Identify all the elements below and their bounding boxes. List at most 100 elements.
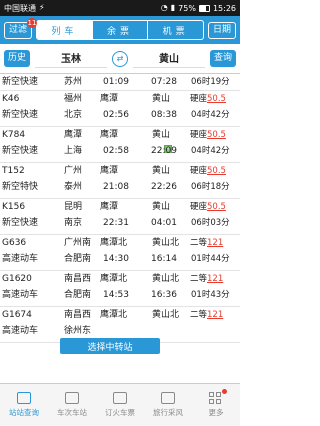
terminal-station: 合肥南 xyxy=(64,290,92,300)
train-row[interactable]: K784 新空快速 鹰潭 上海 鹰潭 02:58 票 黄山 22:09 硬座50… xyxy=(0,127,240,163)
arrival-station: 黄山 xyxy=(152,166,171,176)
tab-flights[interactable]: 机票 xyxy=(147,21,203,39)
departure-station: 鹰潭北 xyxy=(100,238,128,248)
train-code: G1674 xyxy=(2,310,32,320)
from-station[interactable]: 玉林 xyxy=(35,50,107,68)
train-row[interactable]: K46 新空快速 福州 北京 鹰潭 02:56 黄山 08:38 硬座50.5 … xyxy=(0,91,240,127)
arrival-station: 黄山 xyxy=(152,94,171,104)
train-code: G1620 xyxy=(2,274,32,284)
departure-time: 14:30 xyxy=(103,254,129,264)
train-row[interactable]: G1620 高速动车 南昌西 合肥南 鹰潭北 14:53 黄山北 16:36 二… xyxy=(0,271,240,307)
tab-station-query[interactable]: 站站查询 xyxy=(0,384,48,426)
train-row[interactable]: G636 高速动车 广州南 合肥南 鹰潭北 14:30 黄山北 16:14 二等… xyxy=(0,235,240,271)
tab-label: 站站查询 xyxy=(9,408,39,417)
terminal-station: 南京 xyxy=(64,218,83,228)
train-code: K784 xyxy=(2,130,26,140)
duration: 01时43分 xyxy=(191,290,230,300)
duration: 06时03分 xyxy=(191,218,230,228)
swap-icon[interactable]: ⇄ xyxy=(112,50,128,67)
arrival-time: 22:09 xyxy=(151,146,177,156)
departure-time: 01:09 xyxy=(103,77,129,87)
tab-label: 更多 xyxy=(208,408,224,417)
origin-station: 南昌西 xyxy=(64,310,92,320)
tab-book-ticket[interactable]: 订火车票 xyxy=(96,384,144,426)
mode-tabs: 列车 余票 机票 xyxy=(36,20,204,40)
carrier-label: 中国联通 xyxy=(4,3,36,13)
tab-more[interactable]: 更多 xyxy=(192,384,240,426)
duration: 04时42分 xyxy=(191,110,230,120)
ticket-icon xyxy=(113,392,127,404)
train-type: 高速动车 xyxy=(2,290,39,300)
arrival-time: 22:26 xyxy=(151,182,177,192)
terminal-station: 北京 xyxy=(64,110,83,120)
departure-station: 鹰潭 xyxy=(100,202,119,212)
origin-station: 南昌西 xyxy=(64,274,92,284)
usb-icon: ⚡ xyxy=(39,3,45,12)
tab-label: 车次车站 xyxy=(57,408,87,417)
more-icon xyxy=(209,389,227,404)
duration: 04时42分 xyxy=(191,146,230,156)
history-button[interactable]: 历史 xyxy=(4,50,31,67)
departure-time: 14:53 xyxy=(103,290,129,300)
train-row[interactable]: T152 新空特快 广州 泰州 鹰潭 21:08 黄山 22:26 硬座50.5… xyxy=(0,163,240,199)
arrival-station: 黄山北 xyxy=(152,238,180,248)
to-station[interactable]: 黄山 xyxy=(133,50,205,68)
seat-price[interactable]: 硬座50.5 xyxy=(190,131,226,140)
train-type: 新空快速 xyxy=(2,77,39,87)
departure-station: 鹰潭 xyxy=(100,130,119,140)
battery-percent: 75% xyxy=(178,3,196,13)
seat-price[interactable]: 二等121 xyxy=(190,311,223,320)
seat-price[interactable]: 硬座50.5 xyxy=(190,95,226,104)
arrival-station: 黄山北 xyxy=(152,310,180,320)
date-button[interactable]: 日期 xyxy=(207,21,236,39)
arrival-time: 07:28 xyxy=(151,77,177,87)
arrival-time: 04:01 xyxy=(151,218,177,228)
seat-price[interactable]: 硬座50.5 xyxy=(190,167,226,176)
train-type: 新空特快 xyxy=(2,182,39,192)
seat-price[interactable]: 硬座50.5 xyxy=(190,203,226,212)
tab-train-station[interactable]: 车次车站 xyxy=(48,384,96,426)
train-code: K156 xyxy=(2,202,26,212)
arrival-time: 16:36 xyxy=(151,290,177,300)
seat-price[interactable]: 二等121 xyxy=(190,275,223,284)
filter-badge: 11 xyxy=(27,18,37,28)
tab-label: 订火车票 xyxy=(105,408,135,417)
arrival-station: 黄山 xyxy=(152,130,171,140)
tab-train[interactable]: 列车 xyxy=(37,21,92,39)
terminal-station: 上海 xyxy=(64,146,83,156)
tab-travel-gallery[interactable]: 旅行采风 xyxy=(144,384,192,426)
train-code: T152 xyxy=(2,166,25,176)
origin-station: 苏州 xyxy=(64,77,83,87)
departure-time: 22:31 xyxy=(103,218,129,228)
train-type: 高速动车 xyxy=(2,326,39,336)
arrival-station: 黄山 xyxy=(152,202,171,212)
wifi-icon: ◔ xyxy=(160,3,168,12)
tab-tickets[interactable]: 余票 xyxy=(91,21,148,39)
terminal-station: 泰州 xyxy=(64,182,83,192)
train-type: 新空快速 xyxy=(2,110,39,120)
duration: 06时18分 xyxy=(191,182,230,192)
arrival-time: 08:38 xyxy=(151,110,177,120)
train-station-icon xyxy=(65,392,79,404)
departure-time: 02:58 xyxy=(103,146,129,156)
departure-station: 鹰潭北 xyxy=(100,274,128,284)
origin-station: 昆明 xyxy=(64,202,83,212)
train-row[interactable]: K156 新空快速 昆明 南京 鹰潭 22:31 黄山 04:01 硬座50.5… xyxy=(0,199,240,235)
origin-station: 广州 xyxy=(64,166,83,176)
origin-station: 鹰潭 xyxy=(64,130,83,140)
tab-label: 旅行采风 xyxy=(153,408,183,417)
departure-station: 鹰潭 xyxy=(100,94,119,104)
departure-station: 鹰潭 xyxy=(100,166,119,176)
seat-price[interactable]: 二等121 xyxy=(190,239,223,248)
train-row[interactable]: 新空快速 苏州 01:09 07:28 06时19分 xyxy=(0,74,240,91)
terminal-station: 合肥南 xyxy=(64,254,92,264)
duration: 01时44分 xyxy=(191,254,230,264)
transfer-station-button[interactable]: 选择中转站 xyxy=(60,338,160,354)
departure-time: 21:08 xyxy=(103,182,129,192)
query-button[interactable]: 查询 xyxy=(209,50,236,67)
origin-station: 广州南 xyxy=(64,238,92,248)
top-bar: 过滤 11 列车 余票 机票 日期 xyxy=(0,16,240,44)
origin-station: 福州 xyxy=(64,94,83,104)
train-code: G636 xyxy=(2,238,27,248)
train-code: K46 xyxy=(2,94,20,104)
